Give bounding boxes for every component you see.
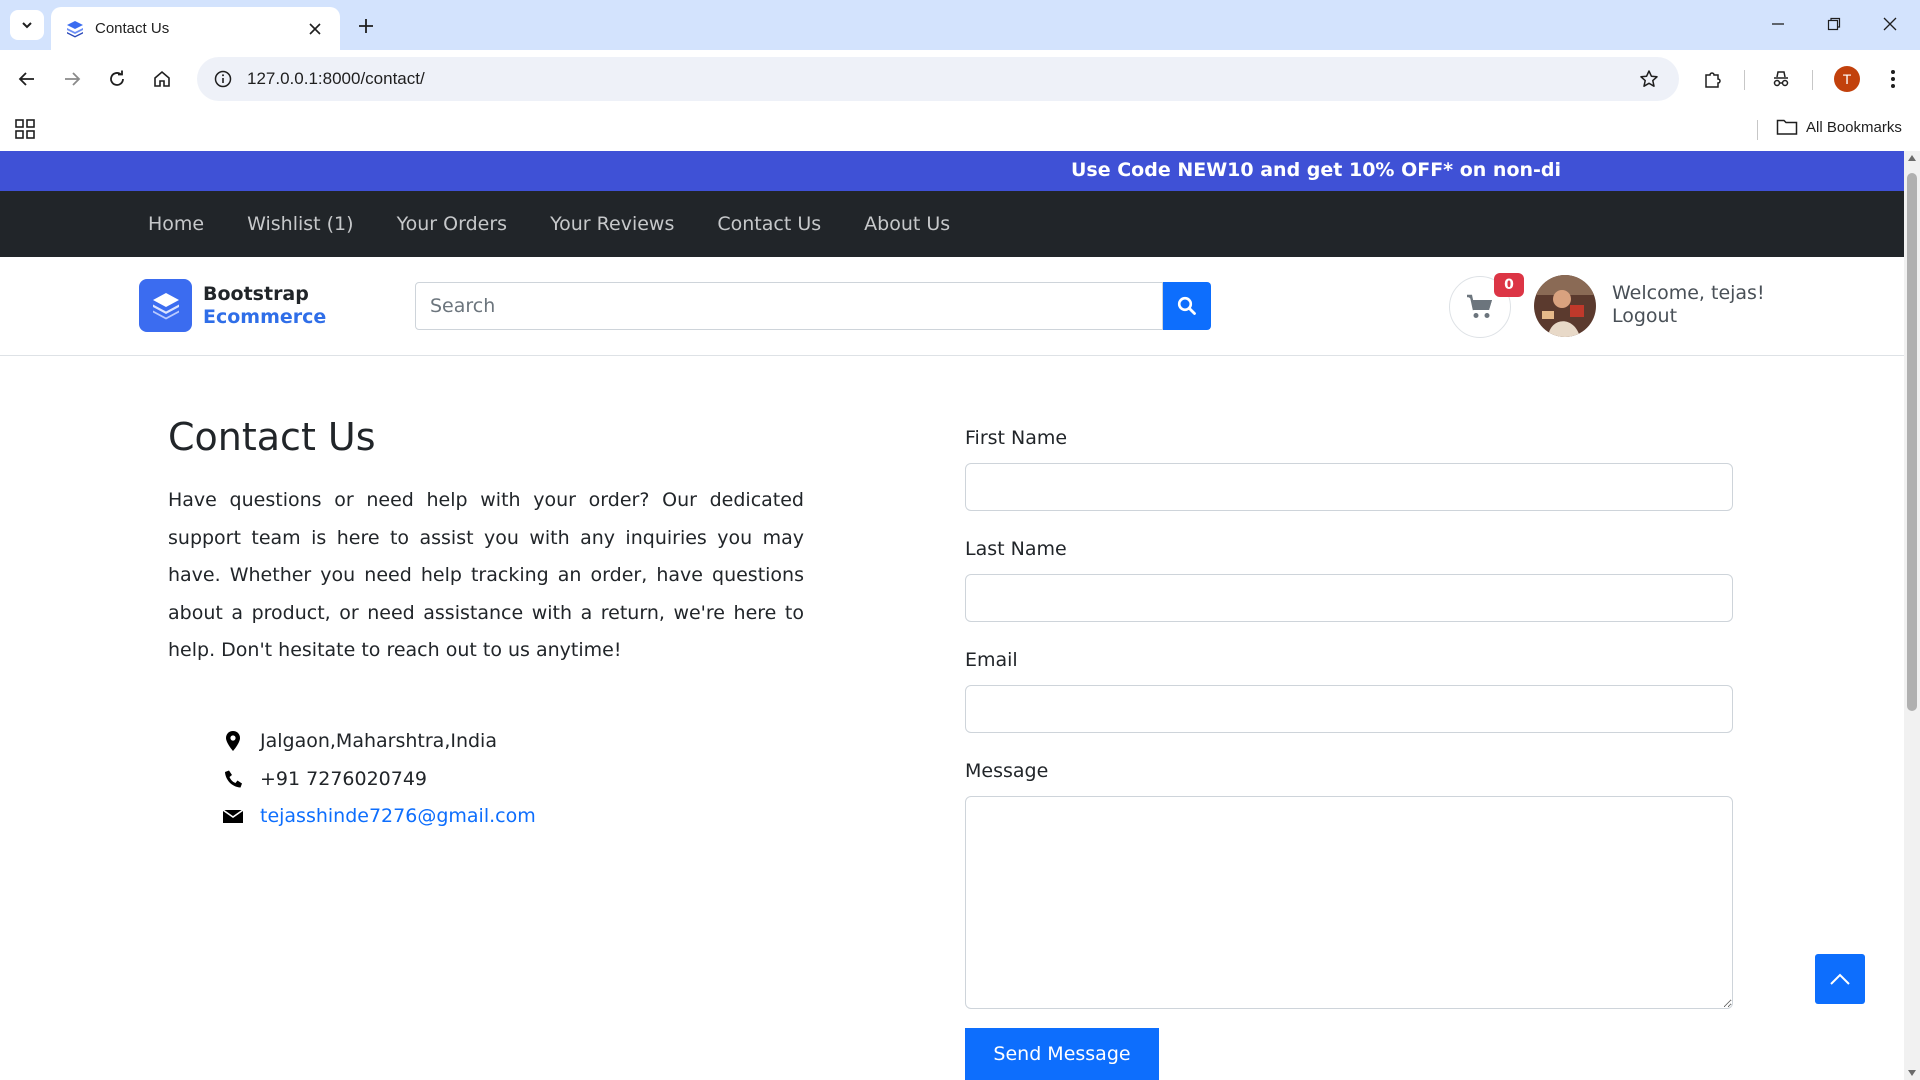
last-name-field[interactable] [965, 574, 1733, 622]
chevron-up-icon [1830, 973, 1850, 985]
browser-tab-strip: Contact Us [0, 0, 1920, 50]
cart-count-badge: 0 [1494, 273, 1524, 297]
nav-link-your-orders[interactable]: Your Orders [397, 213, 508, 235]
site-header: Bootstrap Ecommerce 0 [0, 257, 1904, 356]
email-row: tejasshinde7276@gmail.com [222, 805, 536, 827]
browser-toolbar: 127.0.0.1:8000/contact/ T [0, 50, 1920, 108]
nav-link-home[interactable]: Home [148, 213, 204, 235]
logo-text: Bootstrap Ecommerce [203, 283, 326, 329]
profile-avatar[interactable]: T [1834, 66, 1860, 92]
all-bookmarks-label: All Bookmarks [1806, 118, 1902, 136]
email-link[interactable]: tejasshinde7276@gmail.com [260, 805, 536, 827]
message-label: Message [965, 760, 1049, 782]
bookmarks-divider [1757, 120, 1758, 140]
chevron-down-icon [22, 22, 32, 29]
bookmarks-bar: All Bookmarks [0, 108, 1920, 150]
phone-text: +91 7276020749 [260, 768, 428, 790]
back-to-top-button[interactable] [1815, 954, 1865, 1004]
restore-icon[interactable] [1814, 8, 1854, 40]
phone-row: +91 7276020749 [222, 768, 427, 790]
send-message-button[interactable]: Send Message [965, 1028, 1159, 1080]
scroll-up-arrow[interactable] [1908, 155, 1916, 161]
page-viewport: Use Code NEW10 and get 10% OFF* on non-d… [0, 151, 1904, 1080]
nav-link-contact-us[interactable]: Contact Us [717, 213, 821, 235]
first-name-field[interactable] [965, 463, 1733, 511]
nav-link-your-reviews[interactable]: Your Reviews [550, 213, 674, 235]
new-tab-plus-icon[interactable] [352, 12, 380, 40]
address-row: Jalgaon,Maharshtra,India [222, 730, 497, 752]
envelope-icon [222, 805, 244, 827]
email-field[interactable] [965, 685, 1733, 733]
tab-close-icon[interactable] [304, 18, 326, 40]
search-button[interactable] [1163, 282, 1211, 330]
apps-grid-icon[interactable] [14, 117, 38, 141]
logout-link[interactable]: Logout [1612, 305, 1765, 328]
map-marker-icon [222, 730, 244, 752]
close-window-icon[interactable] [1870, 8, 1910, 40]
tab-search-button[interactable] [10, 10, 44, 40]
message-textarea[interactable] [965, 796, 1733, 1009]
forward-arrow-icon[interactable] [56, 63, 88, 95]
folder-icon [1776, 119, 1798, 135]
bookmark-star-icon[interactable] [1633, 63, 1665, 95]
page-title: Contact Us [168, 415, 376, 459]
address-text: Jalgaon,Maharshtra,India [260, 730, 497, 752]
nav-link-about-us[interactable]: About Us [864, 213, 950, 235]
promo-text: Use Code NEW10 and get 10% OFF* on non-d… [1071, 159, 1562, 181]
contact-description: Have questions or need help with your or… [168, 489, 804, 661]
logo-line-bootstrap: Bootstrap [203, 282, 309, 305]
first-name-label: First Name [965, 427, 1068, 449]
user-greeting: Welcome, tejas! Logout [1612, 282, 1765, 328]
site-info-icon[interactable] [209, 65, 237, 93]
search-icon [1177, 296, 1196, 315]
tab-title: Contact Us [95, 20, 170, 37]
welcome-text: Welcome, tejas! [1612, 282, 1765, 304]
site-logo[interactable]: Bootstrap Ecommerce [139, 279, 326, 332]
address-bar[interactable]: 127.0.0.1:8000/contact/ [197, 57, 1679, 101]
nav-link-wishlist[interactable]: Wishlist (1) [247, 213, 353, 235]
stack-favicon-icon [67, 20, 83, 37]
last-name-label: Last Name [965, 538, 1067, 560]
user-avatar[interactable] [1534, 275, 1596, 337]
back-arrow-icon[interactable] [11, 63, 43, 95]
promo-banner: Use Code NEW10 and get 10% OFF* on non-d… [0, 151, 1904, 191]
scroll-thumb[interactable] [1907, 173, 1917, 711]
shopping-cart-icon [1467, 294, 1492, 318]
more-menu-icon[interactable] [1877, 63, 1909, 95]
browser-tab-active[interactable]: Contact Us [51, 7, 340, 50]
page-scrollbar[interactable] [1904, 151, 1920, 1080]
all-bookmarks-button[interactable]: All Bookmarks [1776, 118, 1902, 136]
phone-icon [222, 768, 244, 790]
home-icon[interactable] [146, 63, 178, 95]
scroll-down-arrow[interactable] [1908, 1070, 1916, 1076]
toolbar-divider [1812, 70, 1813, 90]
email-label: Email [965, 649, 1018, 671]
url-text[interactable]: 127.0.0.1:8000/contact/ [247, 69, 1633, 89]
toolbar-divider [1744, 70, 1745, 90]
logo-line-ecommerce: Ecommerce [203, 305, 327, 328]
minimize-icon[interactable] [1758, 8, 1798, 40]
reload-icon[interactable] [101, 63, 133, 95]
incognito-icon[interactable] [1765, 63, 1797, 95]
search-input[interactable] [415, 282, 1163, 330]
search-form [415, 282, 1211, 330]
stack-logo-icon [139, 279, 192, 332]
extensions-puzzle-icon[interactable] [1697, 63, 1729, 95]
main-navbar: Home Wishlist (1) Your Orders Your Revie… [0, 191, 1904, 257]
